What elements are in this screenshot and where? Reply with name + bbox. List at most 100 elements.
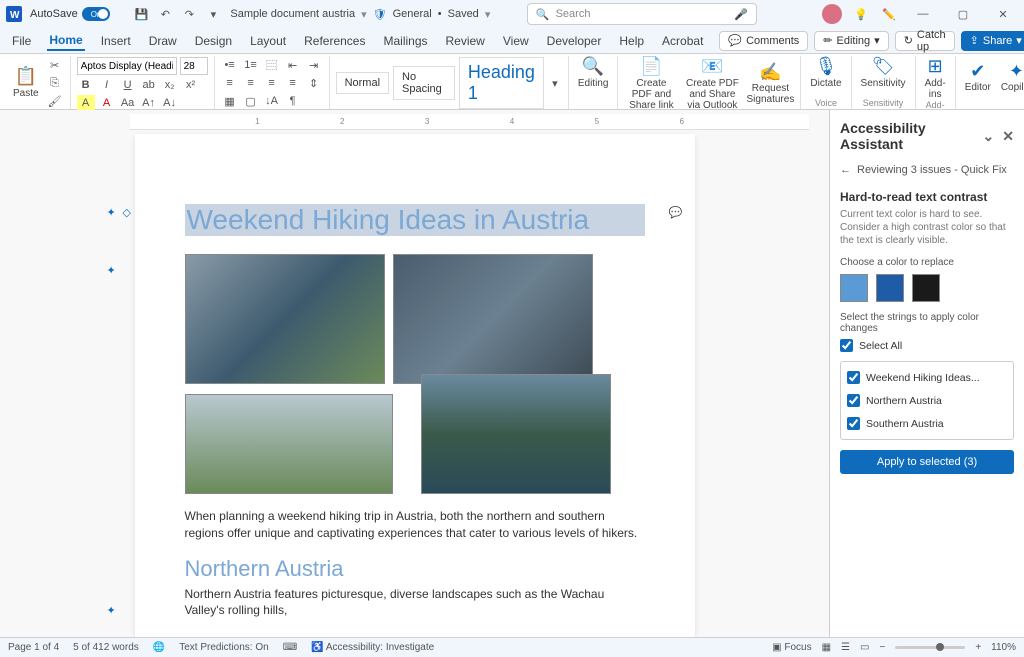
close-pane-icon[interactable]: ✕ — [1002, 128, 1014, 145]
tab-references[interactable]: References — [302, 32, 367, 50]
dictate-button[interactable]: 🎙Dictate — [807, 57, 844, 89]
underline-button[interactable]: U — [119, 77, 137, 93]
tab-review[interactable]: Review — [444, 32, 487, 50]
superscript-button[interactable]: x² — [182, 77, 200, 93]
change-case-button[interactable]: Aa — [119, 95, 137, 111]
user-avatar[interactable] — [822, 4, 842, 24]
styles-more-icon[interactable]: ▾ — [548, 75, 562, 91]
document-heading-northern[interactable]: Northern Austria — [185, 556, 645, 582]
comment-bubble-icon[interactable]: 💬 — [669, 206, 683, 220]
format-painter-icon[interactable]: 🖌 — [46, 93, 64, 109]
line-spacing-icon[interactable]: ⇕ — [305, 75, 323, 91]
nav-marker-icon[interactable]: ✦ — [107, 264, 121, 278]
addins-button[interactable]: ⊞Add-ins — [922, 57, 949, 100]
tab-insert[interactable]: Insert — [99, 32, 133, 50]
hiking-image-4[interactable] — [421, 374, 611, 494]
word-count[interactable]: 5 of 412 words — [73, 642, 139, 653]
hiking-image-2[interactable] — [393, 254, 593, 384]
document-paragraph[interactable]: Northern Austria features picturesque, d… — [185, 586, 645, 620]
chevron-down-icon[interactable]: ⌄ — [983, 128, 995, 145]
document-paragraph[interactable]: When planning a weekend hiking trip in A… — [185, 508, 645, 542]
bullets-icon[interactable]: •≡ — [221, 57, 239, 73]
bold-button[interactable]: B — [77, 77, 95, 93]
document-canvas[interactable]: 123456 💬 ✦ ◇ ✦ ✦ Weekend Hiking Ideas in… — [0, 110, 829, 637]
subscript-button[interactable]: x₂ — [161, 77, 179, 93]
comments-button[interactable]: 💬 Comments — [719, 31, 808, 51]
zoom-out-button[interactable]: − — [879, 642, 885, 653]
align-right-icon[interactable]: ≡ — [263, 75, 281, 91]
editing-mode-button[interactable]: ✏ Editing ▾ — [814, 31, 888, 51]
view-web-icon[interactable]: ☰ — [841, 642, 850, 653]
catchup-button[interactable]: ↻ Catch up — [895, 31, 955, 51]
style-heading1[interactable]: Heading 1 — [459, 57, 544, 109]
decrease-indent-icon[interactable]: ⇤ — [284, 57, 302, 73]
tab-acrobat[interactable]: Acrobat — [660, 32, 705, 50]
shading-icon[interactable]: ▦ — [221, 93, 239, 109]
tab-help[interactable]: Help — [617, 32, 646, 50]
text-predictions[interactable]: Text Predictions: On — [179, 642, 268, 653]
hiking-image-1[interactable] — [185, 254, 385, 384]
sensitivity-button[interactable]: 🏷Sensitivity — [858, 57, 909, 89]
view-read-icon[interactable]: ▭ — [860, 642, 869, 653]
undo-icon[interactable]: ↶ — [156, 5, 174, 23]
document-name[interactable]: Sample document austria ▾ 🛡 General • Sa… — [230, 8, 490, 21]
apply-button[interactable]: Apply to selected (3) — [840, 450, 1014, 474]
color-swatch-light-blue[interactable] — [840, 274, 868, 302]
page[interactable]: 💬 ✦ ◇ ✦ ✦ Weekend Hiking Ideas in Austri… — [135, 134, 695, 637]
document-title[interactable]: Weekend Hiking Ideas in Austria — [185, 204, 645, 236]
tab-layout[interactable]: Layout — [248, 32, 288, 50]
increase-indent-icon[interactable]: ⇥ — [305, 57, 323, 73]
tab-draw[interactable]: Draw — [147, 32, 179, 50]
grow-font-button[interactable]: A↑ — [140, 95, 158, 111]
save-icon[interactable]: 💾 — [132, 5, 150, 23]
style-normal[interactable]: Normal — [336, 72, 389, 94]
back-arrow-icon[interactable]: ← — [840, 164, 851, 176]
font-color-button[interactable]: A — [98, 95, 116, 111]
share-button[interactable]: ⇪ Share ▾ — [961, 31, 1024, 51]
align-center-icon[interactable]: ≡ — [242, 75, 260, 91]
tab-file[interactable]: File — [10, 32, 33, 50]
color-swatch-black[interactable] — [912, 274, 940, 302]
string-checkbox[interactable]: Southern Austria — [847, 412, 1007, 435]
tab-view[interactable]: View — [501, 32, 531, 50]
autosave-toggle[interactable]: AutoSave On — [30, 7, 124, 21]
nav-marker-icon[interactable]: ✦ — [107, 206, 121, 220]
lightbulb-icon[interactable]: 💡 — [852, 5, 870, 23]
zoom-slider[interactable] — [895, 646, 965, 649]
search-input[interactable]: 🔍 Search 🎤 — [527, 3, 757, 25]
copy-icon[interactable]: ⎘ — [46, 75, 64, 91]
tab-home[interactable]: Home — [47, 31, 84, 51]
page-indicator[interactable]: Page 1 of 4 — [8, 642, 59, 653]
zoom-level[interactable]: 110% — [991, 642, 1016, 653]
color-swatch-dark-blue[interactable] — [876, 274, 904, 302]
accessibility-status[interactable]: ♿ Accessibility: Investigate — [311, 642, 434, 653]
pane-breadcrumb[interactable]: ← Reviewing 3 issues - Quick Fix — [840, 164, 1014, 176]
copilot-button[interactable]: ✦Copilot — [998, 62, 1024, 94]
insert-mode-icon[interactable]: ⌨ — [283, 642, 297, 653]
font-size-select[interactable] — [180, 57, 208, 75]
redo-icon[interactable]: ↷ — [180, 5, 198, 23]
pen-icon[interactable]: ✏️ — [880, 5, 898, 23]
tab-design[interactable]: Design — [193, 32, 234, 50]
highlight-button[interactable]: A — [77, 95, 95, 111]
editing-button[interactable]: 🔍Editing — [575, 57, 612, 89]
paste-button[interactable]: 📋Paste — [10, 67, 42, 99]
numbering-icon[interactable]: 1≡ — [242, 57, 260, 73]
close-button[interactable]: ✕ — [988, 4, 1018, 24]
select-all-checkbox[interactable]: Select All — [840, 334, 1014, 357]
align-left-icon[interactable]: ≡ — [221, 75, 239, 91]
borders-icon[interactable]: ▢ — [242, 93, 260, 109]
justify-icon[interactable]: ≡ — [284, 75, 302, 91]
horizontal-ruler[interactable]: 123456 — [130, 114, 809, 130]
focus-mode-button[interactable]: ▣ Focus — [772, 642, 811, 653]
show-marks-icon[interactable]: ¶ — [284, 93, 302, 109]
string-checkbox[interactable]: Weekend Hiking Ideas... — [847, 366, 1007, 389]
nav-marker-icon[interactable]: ✦ — [107, 604, 121, 618]
multilevel-icon[interactable]: ⿳ — [263, 57, 281, 73]
font-name-select[interactable] — [77, 57, 177, 75]
maximize-button[interactable]: ▢ — [948, 4, 978, 24]
string-checkbox[interactable]: Northern Austria — [847, 389, 1007, 412]
request-signatures-button[interactable]: ✍Request Signatures — [746, 63, 794, 106]
qat-dropdown-icon[interactable]: ▾ — [204, 5, 222, 23]
italic-button[interactable]: I — [98, 77, 116, 93]
